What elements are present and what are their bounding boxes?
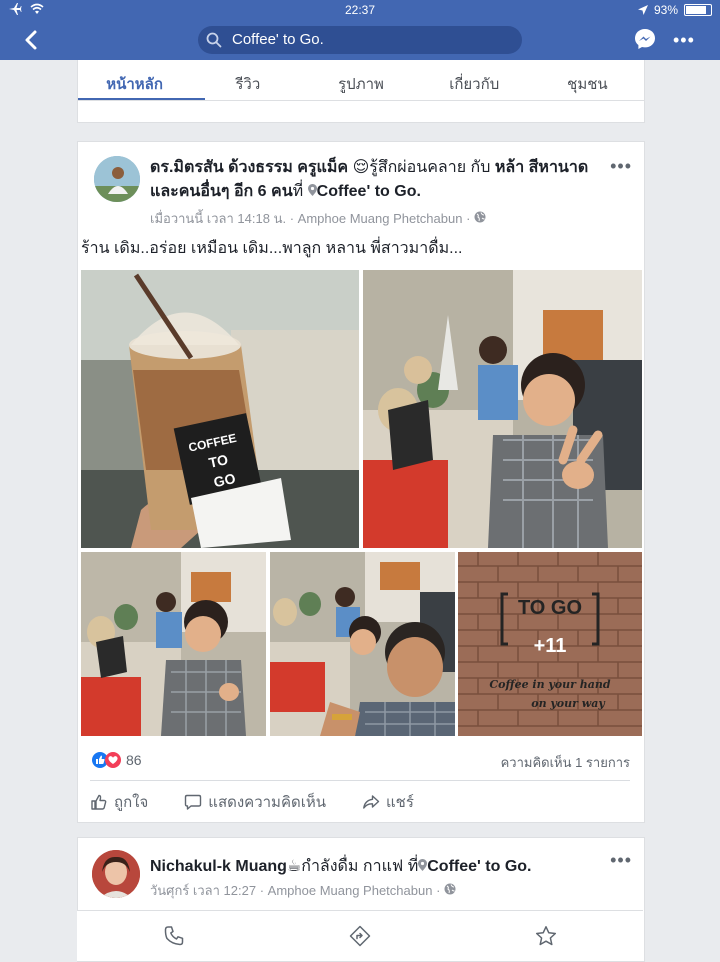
photo-iced-coffee-image: COFFEE TO GO bbox=[81, 270, 359, 548]
meta-sep: · bbox=[436, 883, 441, 898]
avatar[interactable] bbox=[94, 156, 140, 202]
reaction-count: 86 bbox=[126, 752, 142, 768]
comment-icon bbox=[185, 794, 202, 810]
photo-boy-tablet-image bbox=[363, 270, 642, 548]
location-arrow-icon bbox=[637, 5, 648, 15]
post-header: ดร.มิตรสัน ด้วงธรรม ครูแม็ค 😌รู้สึกผ่อนค… bbox=[150, 156, 605, 204]
phone-icon[interactable] bbox=[163, 925, 185, 947]
reactions-summary[interactable]: 86 bbox=[92, 752, 142, 768]
photo-boy-peace-image bbox=[81, 552, 266, 736]
tab-about[interactable]: เกี่ยวกับ bbox=[418, 68, 531, 100]
photo-boy-peace[interactable] bbox=[81, 552, 266, 736]
search-input[interactable]: Coffee' to Go. bbox=[198, 26, 522, 54]
battery-percent: 93% bbox=[653, 3, 678, 17]
post-more-icon[interactable]: ••• bbox=[610, 156, 632, 177]
photo-more[interactable]: TO GO Coffee in your hand on your way +1… bbox=[458, 552, 642, 736]
comments-count[interactable]: ความคิดเห็น 1 รายการ bbox=[501, 752, 630, 773]
chevron-left-icon[interactable] bbox=[18, 26, 46, 54]
meta-sep: · bbox=[259, 883, 265, 898]
status-time: 22:37 bbox=[344, 3, 376, 17]
photo-selfie-image bbox=[270, 552, 455, 736]
bottom-toolbar bbox=[77, 910, 643, 961]
feeling-emoji: 😌 bbox=[352, 159, 370, 176]
tab-divider bbox=[78, 100, 644, 101]
post-meta: เมื่อวานนี้ เวลา 14:18 น. · Amphoe Muang… bbox=[150, 208, 486, 229]
comment-button[interactable]: แสดงความคิดเห็น bbox=[184, 790, 326, 814]
post2-more-icon[interactable]: ••• bbox=[610, 850, 632, 871]
search-icon bbox=[206, 32, 222, 48]
post2-time[interactable]: วันศุกร์ เวลา 12:27 bbox=[150, 883, 256, 898]
love-reaction-icon bbox=[105, 752, 121, 768]
post2-place[interactable]: Coffee' to Go. bbox=[427, 858, 531, 875]
thumbs-up-icon bbox=[91, 794, 107, 810]
like-label: ถูกใจ bbox=[114, 794, 149, 811]
post-others[interactable]: และคนอื่นๆ อีก 6 คน bbox=[150, 183, 293, 200]
share-icon bbox=[363, 795, 380, 809]
avatar-image bbox=[92, 850, 140, 898]
more-photos-count: +11 bbox=[534, 635, 567, 657]
share-label: แชร์ bbox=[385, 794, 414, 811]
more-icon[interactable]: ••• bbox=[673, 30, 695, 51]
tab-home[interactable]: หน้าหลัก bbox=[78, 68, 191, 100]
tab-community[interactable]: ชุมชน bbox=[531, 68, 644, 100]
page-tabs: หน้าหลัก รีวิว รูปภาพ เกี่ยวกับ ชุมชน bbox=[78, 68, 644, 100]
post2-meta: วันศุกร์ เวลา 12:27 · Amphoe Muang Phetc… bbox=[150, 880, 456, 901]
globe-icon bbox=[474, 211, 486, 223]
star-icon[interactable] bbox=[535, 925, 557, 947]
post-text: ร้าน เดิม..อร่อย เหมือน เดิม...พาลูก หลา… bbox=[81, 240, 463, 257]
battery-fill bbox=[686, 6, 706, 14]
action-divider bbox=[90, 780, 630, 781]
post-location[interactable]: Amphoe Muang Phetchabun bbox=[298, 211, 463, 226]
post2-location[interactable]: Amphoe Muang Phetchabun bbox=[268, 883, 433, 898]
photo-grid: COFFEE TO GO TO GO Coffee in your hand o… bbox=[81, 270, 642, 736]
status-bar: 22:37 93% bbox=[0, 0, 720, 20]
comment-label: แสดงความคิดเห็น bbox=[208, 794, 326, 811]
post-tagged[interactable]: หล้า สีหานาด bbox=[495, 159, 588, 176]
activity-icon: ☕ bbox=[286, 858, 302, 875]
meta-sep: · bbox=[466, 211, 471, 226]
at-word: ที่ bbox=[292, 183, 304, 200]
post2-author[interactable]: Nichakul-k Muang bbox=[150, 858, 287, 875]
pin-icon bbox=[307, 184, 317, 196]
pin-icon bbox=[418, 859, 428, 871]
battery-icon bbox=[684, 4, 712, 16]
post-author[interactable]: ดร.มิตรสัน ด้วงธรรม ครูแม็ค bbox=[150, 159, 348, 176]
post-place[interactable]: Coffee' to Go. bbox=[317, 183, 421, 200]
post-actions: ถูกใจ แสดงความคิดเห็น แชร์ bbox=[90, 790, 414, 814]
photo-boy-tablet[interactable] bbox=[363, 270, 642, 548]
status-right: 93% bbox=[637, 3, 712, 17]
like-button[interactable]: ถูกใจ bbox=[90, 790, 148, 814]
nav-bar: Coffee' to Go. ••• bbox=[0, 24, 720, 56]
post-feeling: รู้สึกผ่อนคลาย bbox=[369, 159, 467, 176]
post-time[interactable]: เมื่อวานนี้ เวลา 14:18 น. bbox=[150, 211, 286, 226]
post-card: ดร.มิตรสัน ด้วงธรรม ครูแม็ค 😌รู้สึกผ่อนค… bbox=[77, 141, 645, 823]
directions-icon[interactable] bbox=[349, 925, 371, 947]
meta-sep: · bbox=[289, 211, 295, 226]
search-value: Coffee' to Go. bbox=[232, 31, 324, 48]
with-word: กับ bbox=[470, 159, 491, 176]
post2-at-word: ที่ bbox=[407, 858, 419, 875]
tab-photos[interactable]: รูปภาพ bbox=[304, 68, 417, 100]
app-header: 22:37 93% Coffee' to Go. ••• bbox=[0, 0, 720, 60]
avatar[interactable] bbox=[92, 850, 140, 898]
photo-brick-wall-image: TO GO Coffee in your hand on your way +1… bbox=[458, 552, 642, 736]
photo-iced-coffee[interactable]: COFFEE TO GO bbox=[81, 270, 359, 548]
messenger-icon[interactable] bbox=[634, 28, 656, 50]
tab-reviews[interactable]: รีวิว bbox=[191, 68, 304, 100]
photo-selfie[interactable] bbox=[270, 552, 455, 736]
share-button[interactable]: แชร์ bbox=[362, 790, 414, 814]
globe-icon bbox=[444, 883, 456, 895]
post2-header: Nichakul-k Muang☕กำลังดื่ม กาแฟ ที่ Coffe… bbox=[150, 854, 531, 879]
page-tabs-card: หน้าหลัก รีวิว รูปภาพ เกี่ยวกับ ชุมชน bbox=[77, 60, 645, 123]
post2-activity: กำลังดื่ม กาแฟ bbox=[301, 858, 404, 875]
avatar-image bbox=[94, 156, 140, 202]
